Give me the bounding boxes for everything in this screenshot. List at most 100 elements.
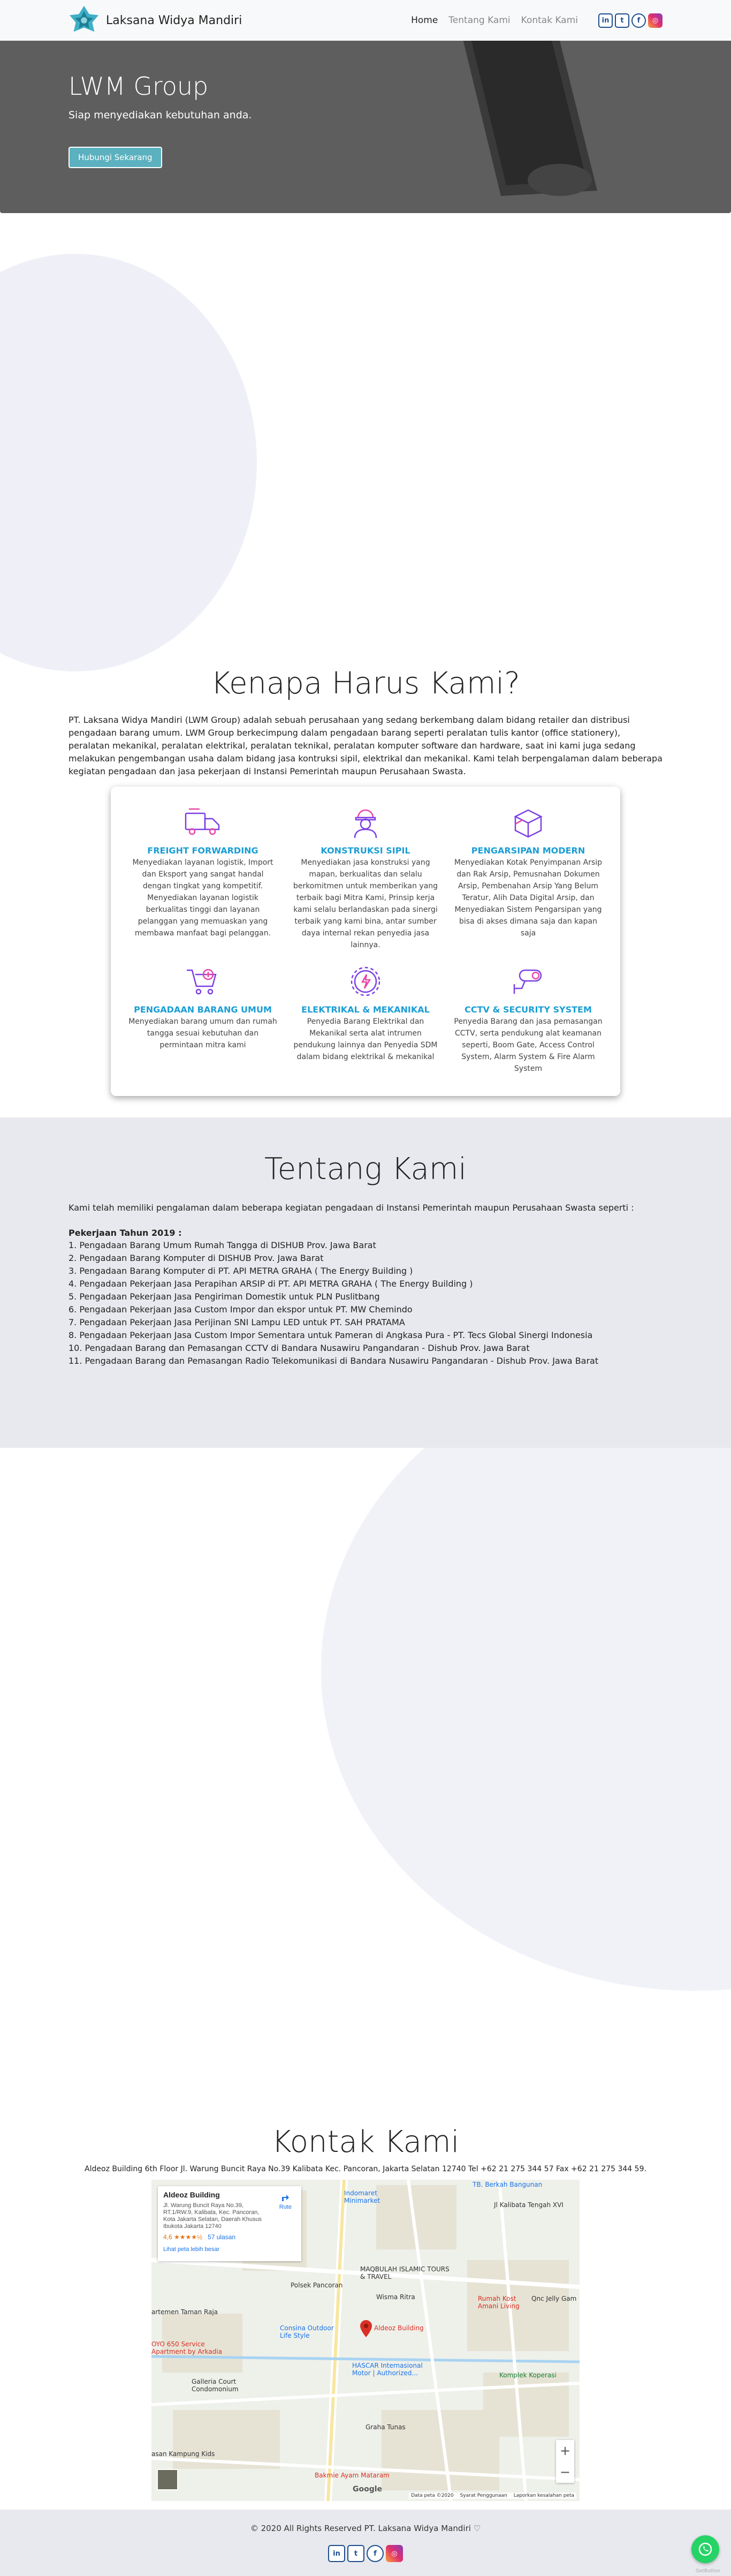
cctv-icon — [513, 969, 542, 994]
worker-icon — [354, 809, 377, 838]
service-item: PENGARSIPAN MODERN Menyediakan Kotak Pen… — [447, 806, 610, 951]
service-desc: Penyedia Barang Elektrikal dan Mekanikal… — [293, 1017, 438, 1061]
getbutton-label: GetButton — [695, 2569, 720, 2574]
service-title: PENGADAAN BARANG UMUM — [134, 1004, 272, 1015]
google-map[interactable]: Indomaret Minimarket TB. Berkah Bangunan… — [151, 2180, 580, 2501]
why-title: Kenapa Harus Kami? — [211, 666, 520, 701]
map-label[interactable]: Consina Outdoor Life Style — [280, 2324, 339, 2339]
about-list: 1. Pengadaan Barang Umum Rumah Tangga di… — [68, 1239, 663, 1368]
service-item: FREIGHT FORWARDING Menyediakan layanan l… — [121, 806, 284, 951]
zoom-in-button[interactable]: + — [556, 2440, 574, 2461]
copyright: © 2020 All Rights Reserved PT. Laksana W… — [250, 2524, 481, 2533]
map-label[interactable]: Galleria Court Condomonium — [192, 2378, 256, 2393]
facebook-icon[interactable]: f — [367, 2545, 384, 2562]
why-text: PT. Laksana Widya Mandiri (LWM Group) ad… — [68, 715, 663, 776]
hero: LWM Group Siap menyediakan kebutuhan and… — [0, 41, 731, 213]
map-label: asan Kampung Kids — [151, 2450, 215, 2458]
laptop-photo — [463, 41, 597, 196]
terms-link[interactable]: Syarat Penggunaan — [460, 2493, 507, 2498]
map-pin-label[interactable]: Aldeoz Building — [374, 2324, 424, 2332]
reviews-link[interactable]: 57 ulasan — [208, 2233, 235, 2241]
map-label[interactable]: TB. Berkah Bangunan — [473, 2181, 542, 2188]
background-blob — [321, 1448, 731, 1991]
place-name: Aldeoz Building — [163, 2190, 220, 2199]
whatsapp-button[interactable] — [691, 2535, 719, 2563]
list-item: 7. Pengadaan Pekerjaan Jasa Perijinan SN… — [68, 1317, 405, 1327]
place-rating: 4,6 ★★★★½ 57 ulasan — [163, 2233, 236, 2241]
map-label[interactable]: Qnc Jelly Gam — [531, 2295, 576, 2302]
map-label[interactable]: HASCAR Internasional Motor | Authorized.… — [352, 2362, 432, 2377]
service-desc: Menyediakan barang umum dan rumah tangga… — [128, 1017, 277, 1049]
hero-content: LWM Group Siap menyediakan kebutuhan and… — [68, 72, 252, 168]
place-address: Jl. Warung Buncit Raya No.39, RT.1/RW.9,… — [163, 2202, 262, 2230]
about-title: Tentang Kami — [264, 1152, 467, 1187]
directions-label: Rute — [279, 2204, 292, 2210]
contact-title: Kontak Kami — [271, 2125, 460, 2159]
map-label[interactable]: Indomaret Minimarket — [344, 2189, 387, 2204]
directions-button[interactable]: Rute — [279, 2193, 292, 2210]
service-item: CCTV & SECURITY SYSTEM Penyedia Barang d… — [447, 965, 610, 1075]
footer: © 2020 All Rights Reserved PT. Laksana W… — [0, 2510, 731, 2576]
linkedin-icon[interactable]: in — [598, 13, 613, 28]
nav-links: Home Tentang Kami Kontak Kami in t f ◎ — [411, 13, 663, 28]
instagram-icon[interactable]: ◎ — [648, 13, 663, 28]
twitter-icon[interactable]: t — [615, 13, 629, 28]
zoom-controls: + − — [556, 2440, 574, 2483]
service-title: CCTV & SECURITY SYSTEM — [465, 1004, 592, 1015]
cart-icon — [187, 969, 217, 995]
gear-bolt-icon — [351, 966, 380, 996]
map-label[interactable]: Wisma Ritra — [376, 2293, 415, 2301]
why-section: Kenapa Harus Kami? PT. Laksana Widya Man… — [0, 213, 731, 1107]
facebook-icon[interactable]: f — [631, 13, 646, 28]
whatsapp-icon — [698, 2542, 712, 2556]
list-item: 5. Pengadaan Pekerjaan Jasa Pengiriman D… — [68, 1291, 380, 1302]
service-desc: Menyediakan jasa konstruksi yang mapan, … — [293, 858, 438, 949]
map-pin-icon[interactable] — [360, 2320, 372, 2337]
map-label[interactable]: Graha Tunas — [366, 2423, 406, 2431]
satellite-toggle[interactable] — [157, 2469, 178, 2490]
service-item: ELEKTRIKAL & MEKANIKAL Penyedia Barang E… — [284, 965, 447, 1075]
list-item: 6. Pengadaan Pekerjaan Jasa Custom Impor… — [68, 1304, 413, 1315]
nav-social: in t f ◎ — [598, 13, 663, 28]
nav-kontak-kami[interactable]: Kontak Kami — [521, 15, 578, 26]
contact-address: Aldeoz Building 6th Floor Jl. Warung Bun… — [85, 2165, 646, 2173]
about-year: Pekerjaan Tahun 2019 : — [68, 1228, 182, 1238]
map-label[interactable]: MAQBULAH ISLAMIC TOURS & TRAVEL — [360, 2265, 451, 2280]
map-label: Jl Kalibata Tengah XVI — [494, 2201, 564, 2209]
twitter-icon[interactable]: t — [347, 2545, 364, 2562]
brand-name: Laksana Widya Mandiri — [106, 13, 242, 27]
service-title: FREIGHT FORWARDING — [147, 845, 258, 856]
brand[interactable]: Laksana Widya Mandiri — [68, 5, 242, 36]
nav-home[interactable]: Home — [411, 15, 438, 26]
zoom-out-button[interactable]: − — [556, 2461, 574, 2483]
map-label[interactable]: OYO 650 Service Apartment by Arkadia — [151, 2340, 232, 2355]
list-item: 10. Pengadaan Barang dan Pemasangan CCTV… — [68, 1343, 530, 1353]
list-item: 11. Pengadaan Barang dan Pemasangan Radi… — [68, 1356, 599, 1366]
service-title: ELEKTRIKAL & MEKANIKAL — [301, 1004, 430, 1015]
map-data-credit: Data peta ©2020 — [411, 2493, 454, 2498]
hero-title: LWM Group — [68, 72, 209, 101]
about-intro: Kami telah memiliki pengalaman dalam beb… — [68, 1203, 634, 1213]
map-label[interactable]: Polsek Pancoran — [291, 2282, 342, 2289]
list-item: 4. Pengadaan Pekerjaan Jasa Perapihan AR… — [68, 1279, 473, 1289]
services-card: FREIGHT FORWARDING Menyediakan layanan l… — [111, 787, 620, 1096]
google-logo: Google — [353, 2485, 383, 2494]
list-item: 1. Pengadaan Barang Umum Rumah Tangga di… — [68, 1240, 376, 1250]
footer-social: in t f ◎ — [0, 2545, 731, 2562]
service-desc: Penyedia Barang dan jasa pemasangan CCTV… — [454, 1017, 603, 1073]
instagram-icon[interactable]: ◎ — [386, 2545, 403, 2562]
service-desc: Menyediakan layanan logistik, Import dan… — [132, 858, 273, 938]
linkedin-icon[interactable]: in — [328, 2545, 345, 2562]
service-title: KONSTRUKSI SIPIL — [321, 845, 410, 856]
map-label[interactable]: Rumah Kost Amani Living — [478, 2295, 521, 2310]
service-desc: Menyediakan Kotak Penyimpanan Arsip dan … — [454, 858, 603, 938]
navbar: Laksana Widya Mandiri Home Tentang Kami … — [0, 0, 731, 41]
report-error-link[interactable]: Laporkan kesalahan peta — [514, 2493, 574, 2498]
larger-map-link[interactable]: Lihat peta lebih besar — [163, 2246, 296, 2253]
map-label[interactable]: Komplek Koperasi — [499, 2371, 557, 2379]
nav-tentang-kami[interactable]: Tentang Kami — [448, 15, 510, 26]
contact-now-button[interactable]: Hubungi Sekarang — [68, 147, 162, 168]
map-label[interactable]: Bakmie Ayam Mataram — [315, 2472, 390, 2479]
list-item: 2. Pengadaan Barang Komputer di DISHUB P… — [68, 1253, 324, 1263]
map-place-card: Aldeoz Building Jl. Warung Buncit Raya N… — [158, 2186, 301, 2261]
